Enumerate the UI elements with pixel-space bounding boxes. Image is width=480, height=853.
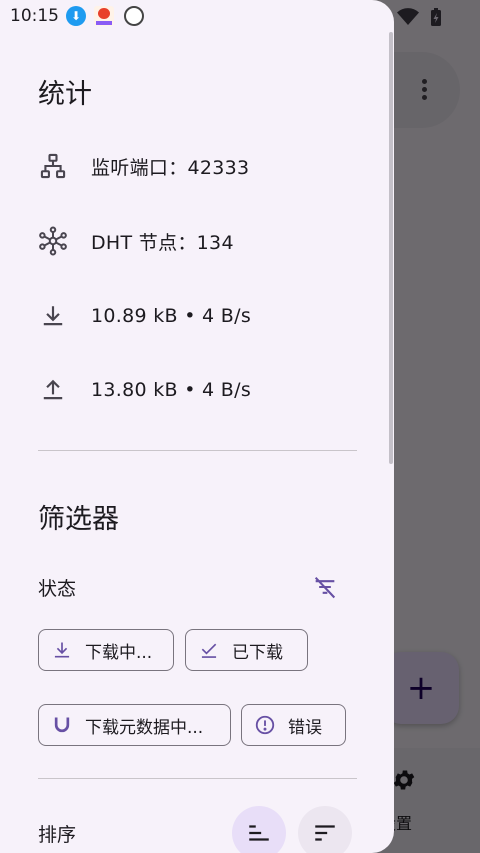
chip-downloading[interactable]: 下载中... (38, 629, 174, 671)
error-icon (254, 714, 276, 736)
clock-notification-icon (124, 6, 144, 26)
download-notification-icon: ⬇ (66, 6, 86, 26)
sort-descending-button[interactable] (298, 806, 352, 853)
sort-label: 排序 (38, 824, 77, 846)
app-notification-icon (94, 6, 114, 26)
chip-label: 下载元数据中... (85, 717, 204, 738)
download-stat-text: 10.89 kB • 4 B/s (91, 305, 252, 327)
check-icon (198, 639, 220, 661)
battery-charging-icon (431, 8, 441, 26)
filter-off-icon[interactable] (310, 573, 340, 601)
upload-stat-row: 13.80 kB • 4 B/s (38, 370, 368, 410)
download-icon (51, 639, 73, 661)
drawer-scrollbar[interactable] (389, 32, 393, 464)
dht-nodes-row: DHT 节点：134 (38, 221, 368, 261)
chip-label: 错误 (288, 717, 322, 738)
stats-title: 统计 (38, 79, 92, 110)
sort-ascending-button[interactable] (232, 806, 286, 853)
magnet-icon (51, 714, 73, 736)
listen-port-text: 监听端口：42333 (91, 156, 250, 179)
download-icon (38, 301, 68, 331)
divider (38, 778, 357, 779)
chip-error[interactable]: 错误 (241, 704, 346, 746)
chip-label: 已下载 (232, 642, 283, 663)
chip-fetching-metadata[interactable]: 下载元数据中... (38, 704, 231, 746)
download-stat-row: 10.89 kB • 4 B/s (38, 296, 368, 336)
hub-icon (38, 226, 68, 256)
status-bar: 10:15 ⬇ (0, 0, 480, 32)
status-time: 10:15 (10, 6, 59, 26)
wifi-icon (396, 8, 419, 25)
sort-ascending-icon (249, 825, 269, 841)
filters-title: 筛选器 (38, 504, 119, 535)
system-icons (396, 8, 442, 30)
network-icon (38, 151, 68, 181)
chip-label: 下载中... (85, 642, 153, 663)
chip-downloaded[interactable]: 已下载 (185, 629, 308, 671)
listen-port-row: 监听端口：42333 (38, 146, 368, 186)
sort-descending-icon (315, 825, 335, 841)
dht-nodes-text: DHT 节点：134 (91, 231, 234, 254)
divider (38, 450, 357, 451)
status-filter-label: 状态 (38, 578, 77, 600)
upload-stat-text: 13.80 kB • 4 B/s (91, 379, 252, 401)
navigation-drawer: 统计 监听端口：42333 DHT 节点：134 10.89 kB • 4 B/… (0, 0, 394, 853)
upload-icon (38, 375, 68, 405)
